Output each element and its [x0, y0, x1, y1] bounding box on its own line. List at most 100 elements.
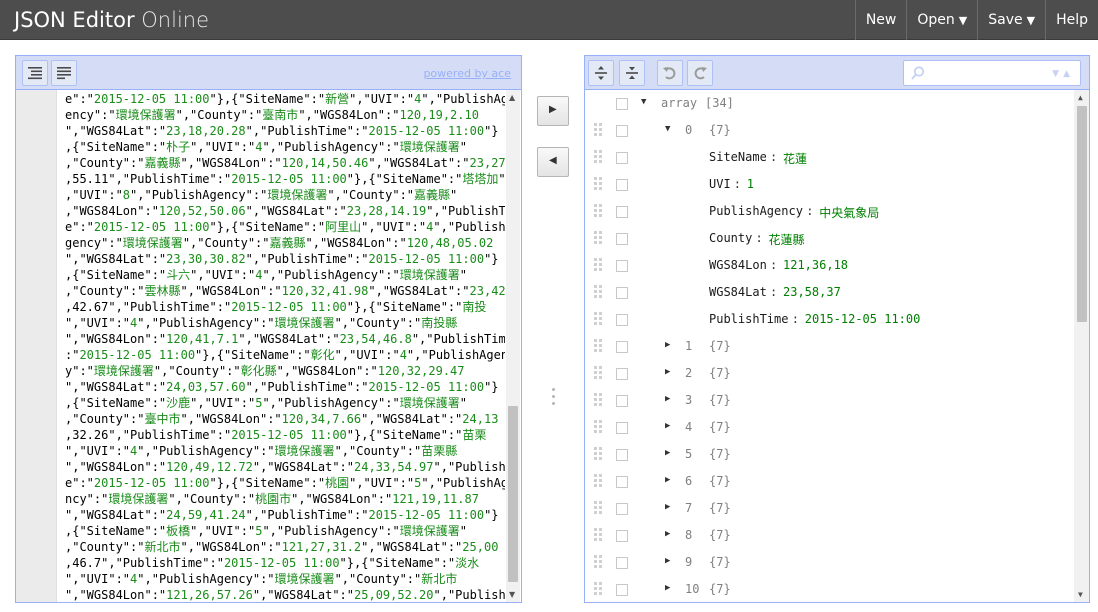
context-menu-button[interactable]	[616, 233, 628, 245]
tree-row[interactable]: ▶ 7 {7}	[585, 495, 1073, 522]
drag-handle-icon[interactable]	[594, 312, 604, 326]
context-menu-button[interactable]	[616, 179, 628, 191]
field-value[interactable]: 1	[747, 177, 754, 191]
expand-all-button[interactable]	[588, 60, 614, 86]
tree-row[interactable]: PublishAgency: 中央氣象局	[585, 198, 1073, 225]
expand-toggle-icon[interactable]: ▶	[665, 529, 670, 539]
field-value[interactable]: 中央氣象局	[819, 204, 879, 221]
expand-toggle-icon[interactable]: ▶	[665, 448, 670, 458]
tree-row[interactable]: SiteName: 花蓮	[585, 144, 1073, 171]
context-menu-button[interactable]	[616, 287, 628, 299]
context-menu-button[interactable]	[616, 206, 628, 218]
scroll-up-icon[interactable]: ▲	[1078, 93, 1083, 102]
scroll-down-icon[interactable]: ▼	[1078, 590, 1083, 599]
powered-by-link[interactable]: powered by ace	[423, 67, 511, 80]
drag-handle-icon[interactable]	[594, 123, 604, 137]
context-menu-button[interactable]	[616, 476, 628, 488]
expand-toggle-icon[interactable]: ▼	[641, 97, 646, 107]
tree-row[interactable]: ▶ 4 {7}	[585, 414, 1073, 441]
drag-handle-icon[interactable]	[594, 339, 604, 353]
field-value[interactable]: 2015-12-05 11:00	[805, 312, 921, 326]
search-nav-icons[interactable]: ▼▲	[1052, 69, 1074, 79]
copy-to-tree-button[interactable]: ▶	[537, 96, 569, 126]
tree-row[interactable]: County: 花蓮縣	[585, 225, 1073, 252]
field-name[interactable]: WGS84Lat	[709, 285, 767, 299]
drag-handle-icon[interactable]	[594, 474, 604, 488]
scroll-down-icon[interactable]: ▼	[509, 590, 515, 599]
field-name[interactable]: SiteName	[709, 150, 767, 164]
drag-handle-icon[interactable]	[594, 231, 604, 245]
field-name[interactable]: UVI	[709, 177, 731, 191]
drag-handle-icon[interactable]	[594, 150, 604, 164]
tree-search-box[interactable]: ▼▲	[903, 60, 1081, 86]
tree-scrollbar-thumb[interactable]	[1077, 106, 1087, 322]
field-value[interactable]: 花蓮	[783, 150, 807, 167]
code-editor[interactable]: e":"2015-12-05 11:00"},{"SiteName":"新營",…	[16, 90, 521, 602]
code-scrollbar[interactable]: ▲ ▼	[506, 90, 520, 602]
expand-toggle-icon[interactable]: ▶	[665, 475, 670, 485]
compact-button[interactable]	[51, 60, 77, 86]
tree-row[interactable]: ▼ array [34]	[585, 90, 1073, 117]
context-menu-button[interactable]	[616, 260, 628, 272]
context-menu-button[interactable]	[616, 341, 628, 353]
context-menu-button[interactable]	[616, 314, 628, 326]
undo-button[interactable]	[657, 60, 683, 86]
tree-row[interactable]: ▶ 2 {7}	[585, 360, 1073, 387]
panel-splitter[interactable]	[548, 388, 558, 412]
save-button[interactable]: Save ▼	[977, 0, 1045, 40]
tree-row[interactable]: ▶ 5 {7}	[585, 441, 1073, 468]
help-button[interactable]: Help	[1045, 0, 1098, 40]
tree-row[interactable]: ▶ 3 {7}	[585, 387, 1073, 414]
drag-handle-icon[interactable]	[594, 285, 604, 299]
tree-row[interactable]: PublishTime:2015-12-05 11:00	[585, 306, 1073, 333]
field-value[interactable]: 121,36,18	[783, 258, 848, 272]
tree-row[interactable]: ▼ 0 {7}	[585, 117, 1073, 144]
expand-toggle-icon[interactable]: ▶	[665, 556, 670, 566]
expand-toggle-icon[interactable]: ▶	[665, 367, 670, 377]
expand-toggle-icon[interactable]: ▶	[665, 421, 670, 431]
field-value[interactable]: 花蓮縣	[769, 231, 805, 248]
context-menu-button[interactable]	[616, 503, 628, 515]
drag-handle-icon[interactable]	[594, 555, 604, 569]
tree-row[interactable]: ▶ 6 {7}	[585, 468, 1073, 495]
field-name[interactable]: County	[709, 231, 752, 245]
field-name[interactable]: PublishAgency	[709, 204, 803, 218]
tree-row[interactable]: UVI:1	[585, 171, 1073, 198]
json-tree[interactable]: ▲ ▼ ▼ array [34] ▼ 0 {7} SiteName: 花蓮 UVI:1 Publi…	[585, 90, 1089, 602]
drag-handle-icon[interactable]	[594, 528, 604, 542]
tree-row[interactable]: ▶ 9 {7}	[585, 549, 1073, 576]
tree-row[interactable]: WGS84Lon:121,36,18	[585, 252, 1073, 279]
drag-handle-icon[interactable]	[594, 393, 604, 407]
tree-row[interactable]: ▶ 10 {7}	[585, 576, 1073, 602]
field-name[interactable]: WGS84Lon	[709, 258, 767, 272]
drag-handle-icon[interactable]	[594, 258, 604, 272]
context-menu-button[interactable]	[616, 368, 628, 380]
context-menu-button[interactable]	[616, 422, 628, 434]
scroll-up-icon[interactable]: ▲	[509, 93, 515, 102]
context-menu-button[interactable]	[616, 98, 628, 110]
code-text[interactable]: e":"2015-12-05 11:00"},{"SiteName":"新營",…	[65, 91, 505, 602]
field-name[interactable]: PublishTime	[709, 312, 788, 326]
context-menu-button[interactable]	[616, 395, 628, 407]
expand-toggle-icon[interactable]: ▶	[665, 502, 670, 512]
context-menu-button[interactable]	[616, 584, 628, 596]
format-button[interactable]	[22, 60, 48, 86]
expand-toggle-icon[interactable]: ▶	[665, 394, 670, 404]
tree-row[interactable]: ▶ 8 {7}	[585, 522, 1073, 549]
drag-handle-icon[interactable]	[594, 501, 604, 515]
drag-handle-icon[interactable]	[594, 204, 604, 218]
copy-to-code-button[interactable]: ◀	[537, 147, 569, 177]
tree-row[interactable]: WGS84Lat:23,58,37	[585, 279, 1073, 306]
search-input[interactable]	[930, 64, 1040, 82]
drag-handle-icon[interactable]	[594, 366, 604, 380]
drag-handle-icon[interactable]	[594, 582, 604, 596]
expand-toggle-icon[interactable]: ▼	[665, 124, 670, 134]
context-menu-button[interactable]	[616, 152, 628, 164]
expand-toggle-icon[interactable]: ▶	[665, 340, 670, 350]
redo-button[interactable]	[687, 60, 713, 86]
drag-handle-icon[interactable]	[594, 177, 604, 191]
context-menu-button[interactable]	[616, 557, 628, 569]
code-scrollbar-thumb[interactable]	[508, 406, 518, 582]
drag-handle-icon[interactable]	[594, 447, 604, 461]
field-value[interactable]: 23,58,37	[783, 285, 841, 299]
